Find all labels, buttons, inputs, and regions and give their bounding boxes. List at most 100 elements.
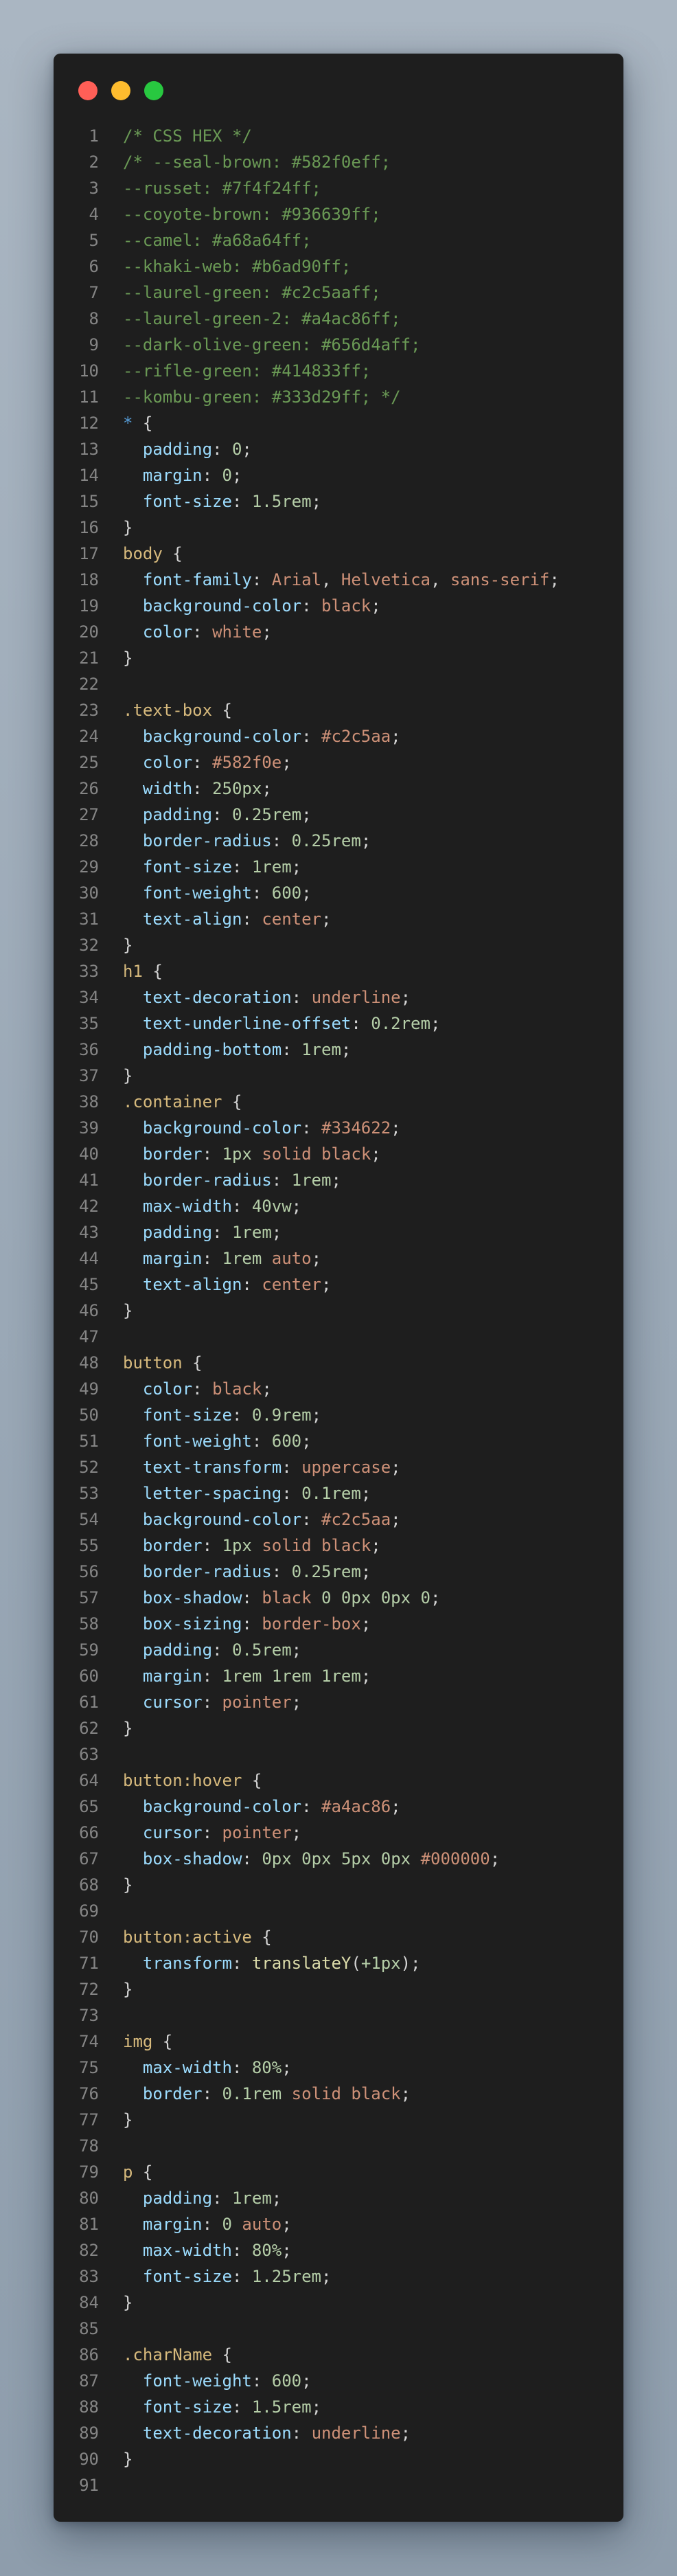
code-text: padding: 1rem; bbox=[123, 2185, 282, 2211]
code-token: background-color bbox=[142, 727, 302, 746]
code-line: 17 body { bbox=[54, 541, 623, 567]
line-number: 69 bbox=[79, 1901, 99, 1921]
code-token: pointer bbox=[222, 1823, 292, 1842]
code-line: 73 bbox=[54, 2002, 623, 2029]
code-text: border: 0.1rem solid black; bbox=[123, 2081, 411, 2107]
code-text: button { bbox=[123, 1350, 203, 1376]
line-number: 29 bbox=[79, 857, 99, 877]
code-line: 59 padding: 0.5rem; bbox=[54, 1637, 623, 1663]
code-token: Helvetica bbox=[341, 570, 431, 589]
code-token: --laurel-green-2: #a4ac86ff; bbox=[123, 309, 401, 328]
code-token: 600 bbox=[271, 2371, 302, 2391]
code-text: transform: translateY(+1px); bbox=[123, 1950, 421, 1976]
code-line: 16} bbox=[54, 515, 623, 541]
code-token: 80% bbox=[251, 2241, 282, 2260]
line-number: 70 bbox=[79, 1928, 99, 1947]
code-line: 8 --laurel-green-2: #a4ac86ff; bbox=[54, 306, 623, 332]
line-number: 55 bbox=[79, 1536, 99, 1555]
code-text: } bbox=[123, 2107, 133, 2133]
code-token: : bbox=[242, 1588, 262, 1607]
line-number: 26 bbox=[79, 779, 99, 798]
close-dot-icon[interactable] bbox=[78, 81, 97, 100]
code-token: text-underline-offset bbox=[142, 1014, 352, 1033]
code-token: 1rem bbox=[222, 1667, 262, 1686]
code-token: Arial bbox=[271, 570, 322, 589]
code-token: black bbox=[212, 1379, 262, 1399]
line-number: 20 bbox=[79, 622, 99, 642]
code-text: font-size: 1rem; bbox=[123, 854, 301, 880]
line-number: 32 bbox=[79, 936, 99, 955]
code-line: 25 color: #582f0e; bbox=[54, 749, 623, 776]
code-token: ; bbox=[400, 2084, 411, 2103]
code-token: letter-spacing bbox=[142, 1484, 282, 1503]
code-token: ; bbox=[271, 2189, 282, 2208]
code-line: 9 --dark-olive-green: #656d4aff; bbox=[54, 332, 623, 358]
code-token: /* CSS HEX */ bbox=[123, 126, 252, 146]
code-line: 78 bbox=[54, 2133, 623, 2159]
code-token: { bbox=[133, 414, 153, 433]
code-token: : bbox=[301, 727, 321, 746]
code-token: : bbox=[202, 1693, 222, 1712]
code-line: 21} bbox=[54, 645, 623, 671]
code-text: button:hover { bbox=[123, 1767, 262, 1794]
line-number: 68 bbox=[79, 1875, 99, 1895]
line-number: 80 bbox=[79, 2189, 99, 2208]
code-token: : bbox=[242, 1614, 262, 1634]
code-line: 89 text-decoration: underline; bbox=[54, 2420, 623, 2446]
code-token: : bbox=[291, 2424, 312, 2443]
line-number: 88 bbox=[79, 2397, 99, 2417]
code-text: cursor: pointer; bbox=[123, 1689, 301, 1715]
line-number: 4 bbox=[89, 205, 99, 224]
minimize-dot-icon[interactable] bbox=[111, 81, 130, 100]
code-token: : bbox=[301, 1510, 321, 1529]
maximize-dot-icon[interactable] bbox=[144, 81, 163, 100]
code-token: ; bbox=[311, 1405, 322, 1425]
code-token: font-weight bbox=[142, 2371, 252, 2391]
code-token: : bbox=[212, 440, 232, 459]
code-token: uppercase bbox=[301, 1458, 391, 1477]
code-token: padding bbox=[142, 440, 213, 459]
code-token: --laurel-green: #c2c5aaff; bbox=[123, 283, 381, 302]
line-number: 18 bbox=[79, 570, 99, 589]
code-text: } bbox=[123, 1715, 133, 1741]
line-number: 82 bbox=[79, 2241, 99, 2260]
code-token: background-color bbox=[142, 596, 302, 615]
code-token: : bbox=[231, 857, 252, 877]
line-number: 57 bbox=[79, 1588, 99, 1607]
code-token: { bbox=[142, 962, 163, 981]
code-token: { bbox=[182, 1353, 203, 1372]
line-number: 83 bbox=[79, 2267, 99, 2286]
code-line: 14 margin: 0; bbox=[54, 462, 623, 488]
code-line: 5 --camel: #a68a64ff; bbox=[54, 227, 623, 253]
code-token: ; bbox=[431, 1588, 441, 1607]
code-line: 3 --russet: #7f4f24ff; bbox=[54, 175, 623, 201]
code-token: font-size bbox=[142, 492, 232, 511]
code-token: 600 bbox=[271, 883, 302, 903]
code-token: .charName bbox=[123, 2345, 213, 2364]
code-token: font-size bbox=[142, 1405, 232, 1425]
code-token: 1rem bbox=[271, 1667, 312, 1686]
code-line: 82 max-width: 80%; bbox=[54, 2237, 623, 2263]
line-number: 5 bbox=[89, 231, 99, 250]
code-text: font-size: 1.5rem; bbox=[123, 488, 321, 515]
code-text: max-width: 80%; bbox=[123, 2237, 292, 2263]
code-token: 80% bbox=[251, 2058, 282, 2077]
code-token: img bbox=[123, 2032, 153, 2051]
code-text: --laurel-green-2: #a4ac86ff; bbox=[123, 306, 401, 332]
code-token: : bbox=[202, 466, 222, 485]
code-token: margin bbox=[142, 466, 203, 485]
